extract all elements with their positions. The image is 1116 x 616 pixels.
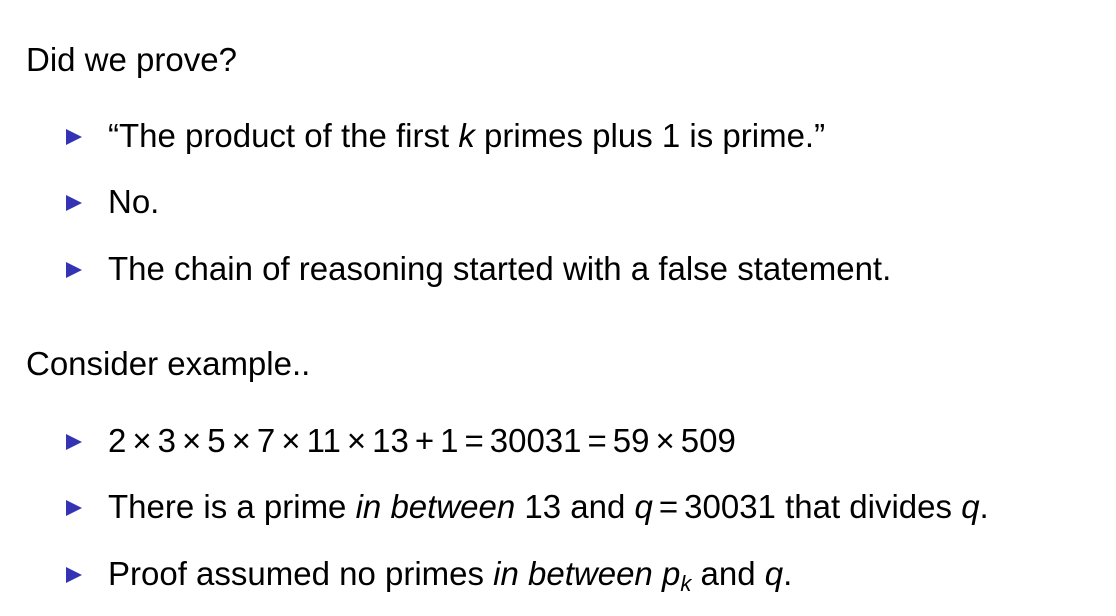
operator: × xyxy=(132,422,152,459)
number: 13 xyxy=(372,422,409,459)
text: 30031 that divides xyxy=(684,488,962,525)
operator: = xyxy=(587,422,607,459)
operator: × xyxy=(346,422,367,459)
number: 509 xyxy=(680,422,736,459)
operator: + xyxy=(414,422,435,459)
math-q: q xyxy=(961,488,980,525)
text: . xyxy=(783,555,793,592)
text: 13 and xyxy=(515,488,635,525)
triangle-bullet-icon xyxy=(66,262,82,278)
equals: = xyxy=(658,488,679,525)
math-p: p xyxy=(661,555,681,592)
number: 1 xyxy=(440,422,459,459)
number: 3 xyxy=(157,422,176,459)
emphasis: in between xyxy=(493,555,653,592)
list-item: No. xyxy=(66,182,159,222)
number: 2 xyxy=(108,422,127,459)
text: “The product of the first xyxy=(108,117,459,154)
text: Proof assumed no primes xyxy=(108,555,494,592)
list-item: Proof assumed no primes in between pk an… xyxy=(66,554,793,596)
triangle-bullet-icon xyxy=(66,195,82,211)
list-item: There is a prime in between 13 and q = 300… xyxy=(66,487,989,527)
heading-did-we-prove: Did we prove? xyxy=(26,41,237,78)
triangle-bullet-icon xyxy=(66,567,82,583)
number: 5 xyxy=(207,422,226,459)
math-subscript-k: k xyxy=(680,571,692,596)
math-k: k xyxy=(458,117,475,154)
text: primes plus 1 is prime.” xyxy=(474,117,826,154)
math-q: q xyxy=(764,555,784,592)
triangle-bullet-icon xyxy=(66,129,82,145)
operator: × xyxy=(281,422,301,459)
operator: × xyxy=(655,422,675,459)
equation-item: 2 × 3 × 5 × 7 × 11 × 13 +1 = 30031 = 59 × 509 xyxy=(66,421,736,461)
heading-consider-example: Consider example.. xyxy=(26,345,311,382)
emphasis: in between xyxy=(355,488,516,525)
text: . xyxy=(979,488,989,525)
operator: = xyxy=(464,422,484,459)
math-q: q xyxy=(634,488,653,525)
text: No. xyxy=(108,183,160,220)
triangle-bullet-icon xyxy=(66,434,82,450)
number: 59 xyxy=(612,422,650,459)
number: 30031 xyxy=(489,422,582,459)
number: 7 xyxy=(256,422,276,459)
text: There is a prime xyxy=(108,488,356,525)
list-item: The chain of reasoning started with a fa… xyxy=(66,249,891,289)
list-item: “The product of the first k primes plus … xyxy=(66,116,825,156)
operator: × xyxy=(231,422,251,459)
equation: 2 × 3 × 5 × 7 × 11 × 13 +1 = 30031 = 59 × 509 xyxy=(108,422,736,459)
text: The chain of reasoning started with a fa… xyxy=(108,250,892,287)
operator: × xyxy=(182,422,202,459)
triangle-bullet-icon xyxy=(66,500,82,516)
number: 11 xyxy=(306,422,341,459)
text: and xyxy=(691,555,765,592)
